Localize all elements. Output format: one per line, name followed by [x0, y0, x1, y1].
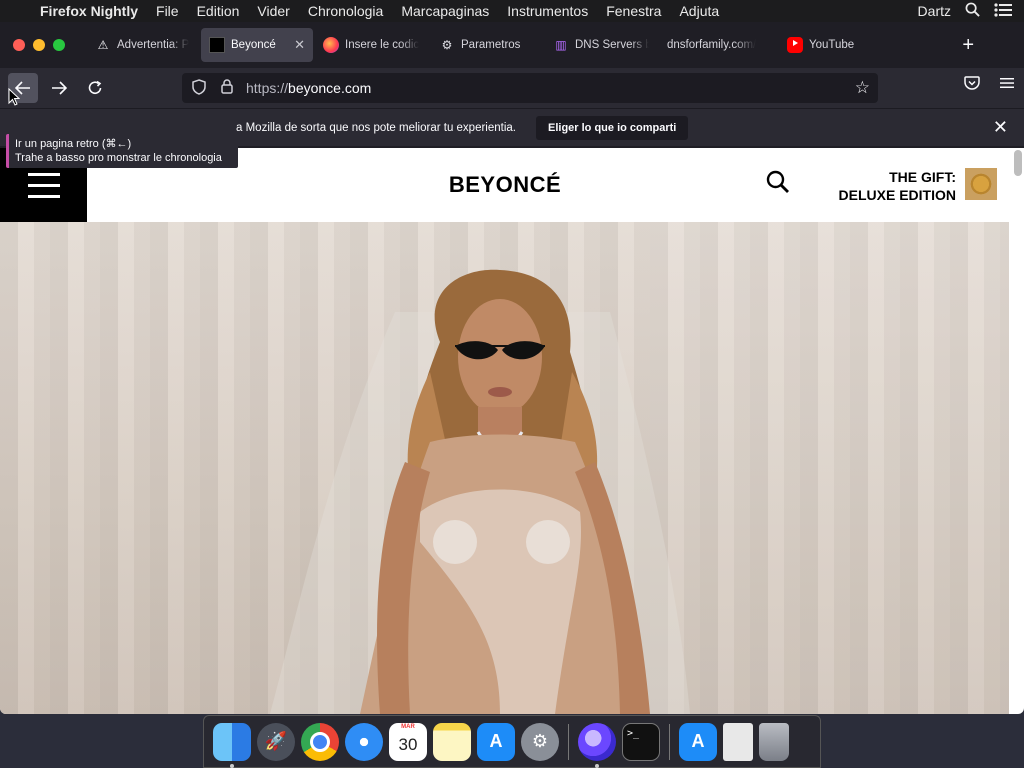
- firefox-nightly-icon[interactable]: [578, 722, 616, 768]
- back-button-tooltip: Ir un pagina retro (⌘←) Trahe a basso pr…: [6, 134, 238, 168]
- finder-icon[interactable]: [213, 722, 251, 768]
- tab-parametros[interactable]: ⚙ Parametros: [431, 28, 543, 62]
- macos-menu-bar: Firefox Nightly File Edition Vider Chron…: [0, 0, 1024, 22]
- mouse-cursor-icon: [8, 88, 20, 106]
- tooltip-line-1: Ir un pagina retro (⌘←): [15, 138, 132, 150]
- pocket-icon[interactable]: [964, 76, 980, 95]
- menu-edition[interactable]: Edition: [197, 3, 240, 19]
- page-scrollbar[interactable]: [1014, 150, 1022, 710]
- menu-marcapaginas[interactable]: Marcapaginas: [401, 3, 489, 19]
- app-store-download-icon[interactable]: A: [679, 722, 717, 761]
- trash-icon[interactable]: [759, 722, 789, 761]
- control-center-icon[interactable]: [994, 2, 1012, 20]
- promo-line-1: THE GIFT:: [889, 169, 956, 185]
- menu-app-name[interactable]: Firefox Nightly: [40, 3, 138, 19]
- dns-icon: ▥: [555, 38, 567, 52]
- reload-icon: [88, 80, 102, 94]
- menu-fenestra[interactable]: Fenestra: [606, 3, 661, 19]
- tab-dnsforfamily[interactable]: dnsforfamily.com/: [659, 28, 777, 62]
- hero-figure-illustration: [270, 222, 1009, 714]
- site-logo[interactable]: BEYONCÉ: [420, 172, 590, 198]
- tracking-protection-shield-icon[interactable]: [188, 78, 210, 98]
- bookmark-star-icon[interactable]: ☆: [855, 78, 870, 98]
- browser-window: ⚠ Advertentia: P Beyoncé ✕ Insere le cod…: [0, 22, 1024, 714]
- hamburger-icon: [27, 172, 60, 176]
- gear-icon: ⚙: [441, 38, 453, 52]
- calendar-month: MAR: [401, 723, 415, 730]
- dock-separator-2: [669, 723, 670, 760]
- safari-icon[interactable]: [345, 722, 383, 761]
- dock-separator: [568, 723, 569, 760]
- lock-icon[interactable]: [216, 79, 238, 97]
- toolbar-right: [964, 76, 1014, 95]
- warning-icon: ⚠: [97, 38, 109, 52]
- arrow-right-icon: [52, 81, 67, 95]
- address-bar[interactable]: https://beyonce.com ☆: [182, 73, 878, 103]
- menu-instrumentos[interactable]: Instrumentos: [507, 3, 588, 19]
- document-file-icon[interactable]: [723, 722, 753, 761]
- notes-icon[interactable]: [433, 722, 471, 761]
- launchpad-icon[interactable]: 🚀: [257, 722, 295, 761]
- spotlight-search-icon[interactable]: [965, 2, 980, 20]
- firefox-icon: [323, 37, 339, 53]
- minimize-window-button[interactable]: [33, 39, 45, 51]
- calendar-icon[interactable]: MAR 30: [389, 722, 427, 761]
- reload-button[interactable]: [80, 73, 110, 103]
- menu-file[interactable]: File: [156, 3, 179, 19]
- close-window-button[interactable]: [13, 39, 25, 51]
- forward-button[interactable]: [44, 73, 74, 103]
- album-cover-thumbnail[interactable]: [965, 168, 997, 200]
- close-notification-icon[interactable]: ✕: [993, 117, 1008, 138]
- menubar-user[interactable]: Dartz: [918, 3, 951, 19]
- site-search-icon[interactable]: [766, 170, 790, 194]
- tab-advertentia[interactable]: ⚠ Advertentia: P: [87, 28, 199, 62]
- macos-dock: 🚀 MAR 30 A ⚙ >_ A: [203, 715, 821, 768]
- tab-bar: ⚠ Advertentia: P Beyoncé ✕ Insere le cod…: [0, 22, 1024, 68]
- promo-link[interactable]: THE GIFT: DELUXE EDITION: [820, 168, 956, 204]
- terminal-icon[interactable]: >_: [622, 722, 660, 761]
- app-store-icon[interactable]: A: [477, 722, 515, 761]
- system-preferences-icon[interactable]: ⚙: [521, 722, 559, 761]
- menu-chronologia[interactable]: Chronologia: [308, 3, 384, 19]
- hero-photo: [0, 222, 1009, 714]
- close-tab-icon[interactable]: ✕: [284, 37, 305, 53]
- hamburger-menu-icon[interactable]: [1000, 76, 1014, 95]
- zoom-window-button[interactable]: [53, 39, 65, 51]
- chrome-icon[interactable]: [301, 722, 339, 761]
- youtube-icon: [787, 37, 803, 53]
- tab-youtube[interactable]: YouTube: [779, 28, 879, 62]
- navigation-toolbar: https://beyonce.com ☆: [0, 68, 1024, 108]
- calendar-day: 30: [398, 734, 418, 754]
- url-scheme: https://: [246, 80, 289, 96]
- choose-what-to-share-button[interactable]: Eliger lo que io comparti: [536, 115, 689, 140]
- url-host: beyonce.com: [288, 80, 372, 96]
- window-controls: [13, 39, 65, 51]
- notification-text: a Mozilla de sorta que nos pote meliorar…: [236, 121, 516, 134]
- promo-line-2: DELUXE EDITION: [838, 187, 956, 203]
- page-content: BEYONCÉ THE GIFT: DELUXE EDITION: [0, 148, 1024, 714]
- menu-adjuta[interactable]: Adjuta: [679, 3, 719, 19]
- tab-insere-codice[interactable]: Insere le codic: [315, 28, 429, 62]
- black-square-icon: [209, 37, 225, 53]
- scrollbar-thumb[interactable]: [1014, 150, 1022, 176]
- new-tab-button[interactable]: +: [962, 34, 974, 57]
- tooltip-line-2: Trahe a basso pro monstrar le chronologi…: [15, 152, 222, 164]
- menu-vider[interactable]: Vider: [257, 3, 289, 19]
- tab-beyonce[interactable]: Beyoncé ✕: [201, 28, 313, 62]
- tab-dns-servers[interactable]: ▥ DNS Servers b: [545, 28, 657, 62]
